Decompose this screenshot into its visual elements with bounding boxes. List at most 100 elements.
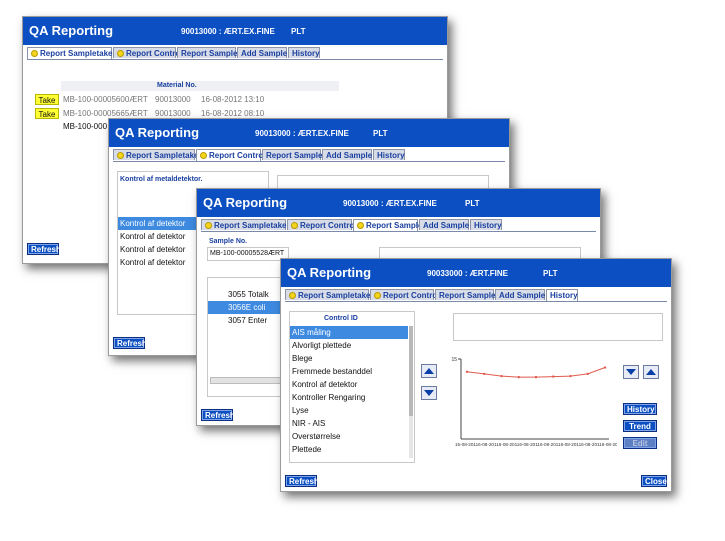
move-down-button[interactable]: [421, 386, 437, 400]
sample-number: MB-100-00005600ÆRT: [63, 95, 148, 104]
list-item[interactable]: Fremmede bestanddel: [290, 365, 408, 378]
tab-add-sample[interactable]: Add Sample: [495, 289, 545, 300]
tab-label: Report Control: [126, 49, 183, 58]
material-code: 90033000 : ÆRT.FINE: [427, 269, 508, 278]
column-material: Material No.: [157, 82, 197, 89]
list-item[interactable]: Lyse: [290, 404, 408, 417]
tab-add-sample[interactable]: Add Sample: [322, 149, 372, 160]
tab-report-sample[interactable]: Report Sample: [353, 219, 422, 231]
plt-label: PLT: [543, 269, 558, 278]
tab-report-sampletake[interactable]: Report Sampletake: [201, 219, 286, 230]
trend-chart: 15 15-08-20116-08-20116-08-20116-08-20116…: [449, 351, 618, 455]
title-bar: QA Reporting 90013000 : ÆRT.EX.FINE PLT: [197, 189, 600, 217]
list-item[interactable]: Overstørrelse: [290, 430, 408, 443]
tab-report-sample[interactable]: Report Sample: [262, 149, 323, 160]
sample-field[interactable]: MB-100-00005528ÆRT: [207, 247, 289, 261]
list-item[interactable]: Alvorligt plettede: [290, 339, 408, 352]
tab-report-sampletake[interactable]: Report Sampletake: [27, 47, 112, 59]
tab-dot-icon: [357, 222, 364, 230]
tab-bar: Report Sampletake Report Control Report …: [285, 289, 667, 302]
app-title: QA Reporting: [287, 265, 372, 280]
refresh-button[interactable]: Refresh: [27, 243, 61, 255]
tab-label: History: [550, 291, 578, 300]
sample-number: MB-100-000: [63, 122, 108, 131]
tab-label: Report Sampletake: [126, 151, 199, 160]
trend-chart-svg: 15 15-08-20116-08-20116-08-20116-08-20116…: [451, 357, 618, 447]
move-up-button[interactable]: [421, 364, 437, 378]
material-number: 90013000: [155, 109, 191, 118]
tab-label: Report Control: [300, 221, 357, 230]
series-line: [466, 367, 606, 378]
tab-history[interactable]: History: [546, 289, 578, 301]
list-item[interactable]: Kontrol af detektor: [290, 378, 408, 391]
tab-bar: Report Sampletake Report Control Report …: [113, 149, 505, 162]
data-point: [534, 375, 538, 379]
tab-add-sample[interactable]: Add Sample: [237, 47, 287, 58]
sample-value: MB-100-00005528ÆRT: [210, 250, 285, 257]
material-code: 90013000 : ÆRT.EX.FINE: [343, 199, 437, 208]
refresh-button[interactable]: Refresh: [201, 409, 235, 421]
tab-label: Add Sample: [326, 151, 373, 160]
section-label: Kontrol af metaldetektor.: [120, 176, 203, 183]
window-history: QA Reporting 90033000 : ÆRT.FINE PLT Rep…: [280, 258, 672, 492]
tab-report-sample[interactable]: Report Sample: [435, 289, 495, 300]
list-item[interactable]: Plettede: [290, 443, 408, 456]
tab-label: History: [377, 151, 405, 160]
plt-label: PLT: [373, 129, 388, 138]
title-bar: QA Reporting 90013000 : ÆRT.EX.FINE PLT: [23, 17, 447, 45]
arrow-down-icon: [424, 390, 434, 396]
sample-date: 16-08-2012 13:10: [201, 95, 265, 104]
data-point: [603, 366, 607, 369]
tab-report-sampletake[interactable]: Report Sampletake: [113, 149, 199, 160]
list-item[interactable]: Kontrol af detektor: [118, 217, 200, 230]
tab-report-control[interactable]: Report Control: [370, 289, 439, 300]
tab-label: Report Sampletake: [40, 49, 113, 58]
data-point: [586, 372, 589, 376]
detail-field[interactable]: [453, 313, 663, 341]
vertical-scrollbar[interactable]: [409, 326, 413, 458]
tab-report-control[interactable]: Report Control: [113, 47, 182, 58]
tab-label: History: [474, 221, 502, 230]
data-point: [500, 374, 503, 378]
tab-report-sampletake[interactable]: Report Sampletake: [285, 289, 370, 300]
tab-add-sample[interactable]: Add Sample: [419, 219, 469, 230]
list-item[interactable]: Kontroller Rengaring: [290, 391, 408, 404]
tab-bar: Report Sampletake Report Control Report …: [27, 47, 443, 60]
control-id-header: Control ID: [324, 315, 358, 322]
tab-dot-icon: [374, 292, 381, 300]
chart-up-button[interactable]: [643, 365, 659, 379]
sample-number: MB-100-00005665ÆRT: [63, 109, 148, 118]
title-bar: QA Reporting 90013000 : ÆRT.EX.FINE PLT: [109, 119, 509, 147]
chart-down-button[interactable]: [623, 365, 639, 379]
tab-label: Add Sample: [241, 49, 288, 58]
list-item[interactable]: Blege: [290, 352, 408, 365]
tab-report-control[interactable]: Report Control: [287, 219, 356, 230]
list-item[interactable]: NIR - AIS: [290, 417, 408, 430]
take-button[interactable]: Take: [35, 94, 59, 105]
take-button[interactable]: Take: [35, 108, 59, 119]
tab-report-control[interactable]: Report Control: [196, 149, 265, 161]
refresh-button[interactable]: Refresh: [113, 337, 147, 349]
tab-dot-icon: [289, 292, 296, 300]
horizontal-scrollbar[interactable]: [210, 377, 290, 384]
tab-report-sample[interactable]: Report Sample: [177, 47, 237, 58]
trend-button[interactable]: Trend: [623, 420, 657, 432]
tab-dot-icon: [291, 222, 298, 230]
refresh-button[interactable]: Refresh: [285, 475, 319, 487]
title-bar: QA Reporting 90033000 : ÆRT.FINE PLT: [281, 259, 671, 287]
arrow-down-icon: [626, 369, 636, 375]
tab-label: Report Sampletake: [214, 221, 287, 230]
tab-history[interactable]: History: [470, 219, 502, 230]
tab-label: Add Sample: [499, 291, 546, 300]
tab-label: Report Sample: [266, 151, 323, 160]
arrow-up-icon: [424, 368, 434, 374]
history-button[interactable]: History: [623, 403, 657, 415]
close-button[interactable]: Close: [641, 475, 667, 487]
data-point: [483, 372, 486, 376]
tab-history[interactable]: History: [288, 47, 320, 58]
tab-history[interactable]: History: [373, 149, 405, 160]
list-item[interactable]: AIS måling: [290, 326, 408, 339]
edit-button[interactable]: Edit: [623, 437, 657, 449]
scrollbar-thumb[interactable]: [409, 326, 413, 416]
tab-label: Report Control: [209, 151, 266, 160]
